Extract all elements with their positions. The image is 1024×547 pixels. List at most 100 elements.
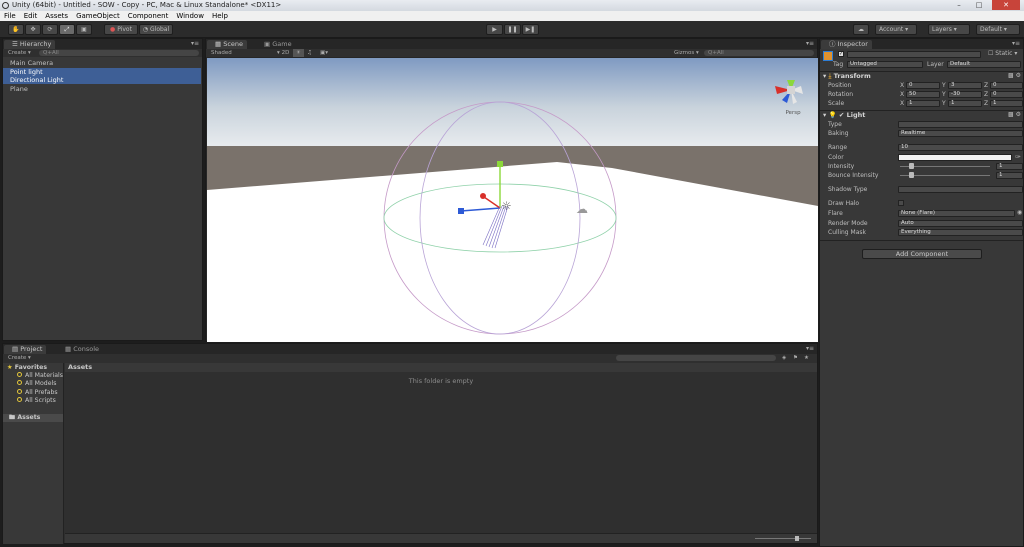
move-tool-icon[interactable]: ✥ [25,24,41,35]
transform-header[interactable]: ▾ ⤓ Transform [823,72,871,81]
flare-field[interactable]: None (Flare) [898,210,1015,217]
assets-folder-item[interactable]: 🖿 Assets [3,414,63,422]
position-z-field[interactable]: 0 [990,82,1023,89]
position-x-field[interactable]: 0 [906,82,940,89]
transform-settings-icon[interactable]: ▩ ⚙ [1008,72,1021,79]
scale-y-field[interactable]: 1 [948,100,982,107]
eyedropper-icon[interactable]: ✑ [1015,153,1021,161]
pause-button[interactable]: ❚❚ [504,24,521,35]
menu-gameobject[interactable]: GameObject [72,11,124,21]
hierarchy-item-directional-light[interactable]: Directional Light [3,76,201,84]
hierarchy-create-button[interactable]: Create ▾ [3,50,31,56]
light-enabled-checkbox[interactable]: ✔ [839,111,844,119]
rect-tool-icon[interactable]: ▣ [76,24,92,35]
intensity-slider-knob[interactable] [909,163,915,169]
global-toggle[interactable]: ◔ Global [139,24,173,35]
menu-component[interactable]: Component [124,11,173,21]
tab-project[interactable]: ▤ Project [4,345,47,354]
rotation-y-field[interactable]: -30 [948,91,982,98]
tab-scene[interactable]: ▦ Scene [207,40,248,49]
active-checkbox[interactable]: ✓ [838,51,844,57]
rotation-x-field[interactable]: 50 [906,91,940,98]
position-y-field[interactable]: 3 [948,82,982,89]
menu-help[interactable]: Help [208,11,232,21]
save-search-icon[interactable]: ★ [804,354,809,362]
scene-panel-menu-icon[interactable]: ▾≡ [806,40,814,47]
hand-tool-icon[interactable]: ✋ [8,24,24,35]
shadow-type-dropdown[interactable] [898,186,1023,193]
baking-dropdown[interactable]: Realtime [898,130,1023,137]
intensity-slider[interactable] [900,163,990,169]
scale-x-field[interactable]: 1 [906,100,940,107]
gizmos-dropdown[interactable]: Gizmos ▾ [674,49,699,57]
panel-menu-icon[interactable]: ▾≡ [191,40,199,47]
hierarchy-item-plane[interactable]: Plane [3,85,201,93]
pivot-toggle[interactable]: ● Pivot [104,24,138,35]
scale-z-field[interactable]: 1 [990,100,1023,107]
light-settings-icon[interactable]: ▩ ⚙ [1008,111,1021,118]
scale-tool-icon[interactable]: ⤢ [59,24,75,35]
culling-mask-dropdown[interactable]: Everything [898,229,1023,236]
static-toggle[interactable]: ☐ Static ▾ [988,50,1017,57]
render-mode-dropdown[interactable]: Auto [898,220,1023,227]
point-light-bulb-icon[interactable]: ☁ [576,202,588,216]
layer-dropdown[interactable]: Default [947,61,1021,68]
favorites-header[interactable]: ★ Favorites [7,364,47,372]
tag-dropdown[interactable]: Untagged [847,61,923,68]
type-dropdown[interactable] [898,121,1023,128]
menu-file[interactable]: File [0,11,20,21]
menu-assets[interactable]: Assets [41,11,72,21]
minimize-icon[interactable]: – [950,0,968,10]
tab-console[interactable]: ▦ Console [57,345,103,354]
inspector-panel-menu-icon[interactable]: ▾≡ [1012,40,1020,47]
audio-toggle-icon[interactable]: ♫ [307,49,312,57]
favorite-all-scripts[interactable]: All Scripts [17,397,56,405]
tab-hierarchy[interactable]: ☰ Hierarchy [4,40,56,49]
persp-label[interactable]: Persp [785,110,801,116]
bounce-slider-knob[interactable] [909,172,915,178]
rotation-z-field[interactable]: 0 [990,91,1023,98]
maximize-icon[interactable]: □ [970,0,988,10]
icon-size-slider[interactable] [755,536,811,541]
project-breadcrumb[interactable]: Assets [65,363,817,372]
project-create-button[interactable]: Create ▾ [3,355,31,361]
tab-inspector[interactable]: ⓘ Inspector [821,40,872,49]
layout-dropdown[interactable]: Default ▾ [976,24,1020,35]
draw-halo-checkbox[interactable] [898,200,904,206]
filter-by-type-icon[interactable]: ◈ [782,354,786,362]
rotate-tool-icon[interactable]: ⟳ [42,24,58,35]
shading-mode-dropdown[interactable]: Shaded [206,50,232,56]
tab-game[interactable]: ▣ Game [256,40,296,49]
intensity-field[interactable]: 1 [996,163,1023,170]
cloud-icon[interactable]: ☁ [853,24,869,35]
axis-y-cap[interactable] [497,161,503,167]
light-header[interactable]: ▾ 💡 ✔ Light [823,111,865,119]
favorite-all-models[interactable]: All Models [17,380,56,388]
scene-search-input[interactable]: Q+All [704,50,814,56]
hierarchy-search-input[interactable]: Q+All [39,50,199,56]
add-component-button[interactable]: Add Component [862,249,982,259]
hierarchy-item-point-light[interactable]: Point light [3,68,201,76]
step-button[interactable]: ▶❚ [522,24,539,35]
lighting-toggle-icon[interactable]: ☀ [293,49,304,57]
close-icon[interactable]: ✕ [992,0,1020,10]
menu-edit[interactable]: Edit [20,11,42,21]
project-search-input[interactable] [616,355,776,361]
axis-x-cap[interactable] [480,193,486,199]
project-panel-menu-icon[interactable]: ▾≡ [806,345,814,352]
mode-2d-toggle[interactable]: 2D [280,49,291,57]
gameobject-name-input[interactable] [847,51,981,58]
color-swatch[interactable] [898,154,1012,161]
object-picker-icon[interactable]: ◉ [1017,209,1022,216]
icon-size-slider-knob[interactable] [795,536,799,541]
menu-window[interactable]: Window [172,11,208,21]
effects-toggle-icon[interactable]: ▣▾ [320,49,328,57]
range-field[interactable]: 10 [898,144,1023,151]
play-button[interactable]: ▶ [486,24,503,35]
layers-dropdown[interactable]: Layers ▾ [928,24,970,35]
filter-by-label-icon[interactable]: ⚑ [793,354,798,362]
favorite-all-materials[interactable]: All Materials [17,372,63,380]
account-dropdown[interactable]: Account ▾ [875,24,917,35]
bounce-field[interactable]: 1 [996,172,1023,179]
bounce-slider[interactable] [900,172,990,178]
